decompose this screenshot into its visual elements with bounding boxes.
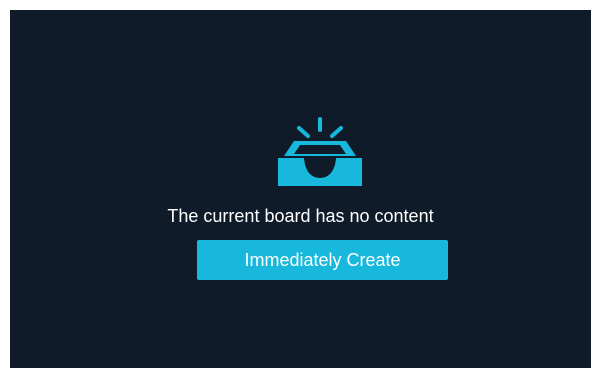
empty-message: The current board has no content [167, 206, 434, 226]
empty-state: The current board has no content Immedia… [10, 10, 591, 368]
immediately-create-button[interactable]: Immediately Create [197, 240, 448, 280]
empty-inbox-tray-icon [278, 117, 362, 186]
board-panel: The current board has no content Immedia… [10, 10, 591, 368]
